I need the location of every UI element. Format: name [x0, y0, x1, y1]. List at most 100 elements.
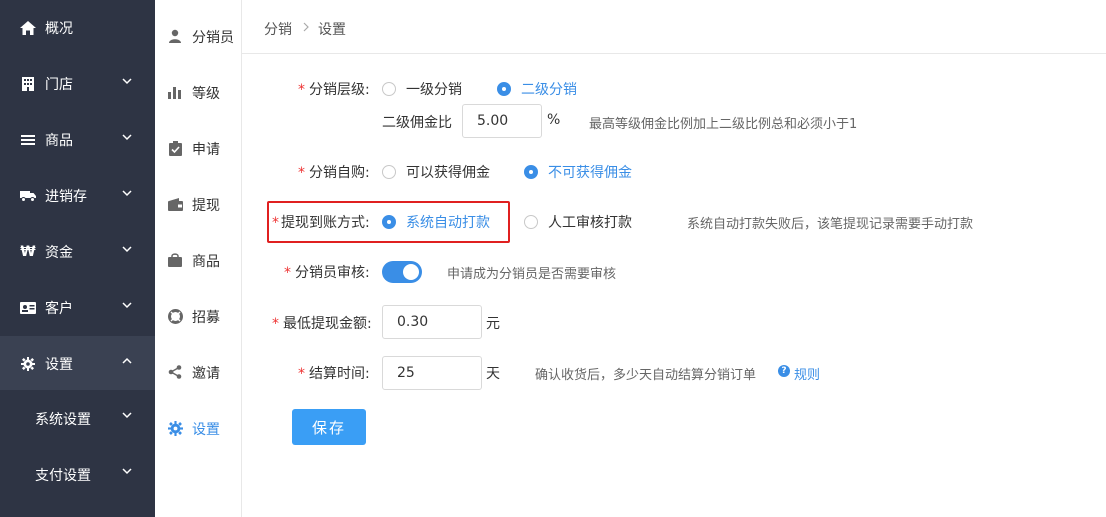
subnav-item-label: 分销员 [192, 30, 234, 46]
lifebuoy-icon [167, 308, 183, 324]
subnav-item-recruit[interactable]: 招募 [155, 288, 241, 344]
subnav-item-goods[interactable]: 商品 [155, 232, 241, 288]
self-purchase-option-allow[interactable]: 可以获得佣金 [382, 162, 490, 182]
self-purchase-option-deny[interactable]: 不可获得佣金 [524, 162, 632, 182]
sidebar-item-funds[interactable]: ₩ 资金 [0, 224, 155, 280]
review-label: * 分销员审核: [284, 265, 370, 281]
sidebar-item-store[interactable]: 门店 [0, 56, 155, 112]
subnav-item-label: 提现 [192, 198, 220, 214]
sidebar-subitem-payment-settings[interactable]: 支付设置 [0, 446, 155, 502]
sidebar-subitem-system-settings[interactable]: 系统设置 [0, 390, 155, 446]
level-option-first[interactable]: 一级分销 [382, 79, 462, 99]
sidebar-subitem-label: 系统设置 [35, 412, 91, 428]
settle-time-input[interactable] [382, 356, 482, 390]
required-mark: * [272, 316, 279, 332]
sidebar-subitem-label: 支付设置 [35, 468, 91, 484]
chevron-down-icon [122, 302, 132, 309]
bar-chart-icon [167, 84, 183, 100]
withdraw-option-auto[interactable]: 系统自动打款 [382, 212, 490, 232]
required-mark: * [272, 215, 279, 231]
sidebar-item-label: 客户 [45, 301, 73, 317]
sidebar-item-overview[interactable]: 概况 [0, 0, 155, 56]
subnav-item-label: 等级 [192, 86, 220, 102]
subnav-item-invite[interactable]: 邀请 [155, 344, 241, 400]
min-withdraw-input[interactable] [382, 305, 482, 339]
question-icon[interactable]: ? [778, 365, 790, 377]
breadcrumb-item-distribution[interactable]: 分销 [264, 19, 292, 39]
subnav-item-label: 招募 [192, 310, 220, 326]
building-icon [20, 76, 36, 92]
subnav-item-label: 申请 [192, 142, 220, 158]
min-withdraw-label: * 最低提现金额: [272, 316, 372, 332]
review-toggle[interactable] [382, 261, 422, 283]
withdraw-hint: 系统自动打款失败后，该笔提现记录需要手动打款 [687, 217, 974, 232]
subnav-item-distributor[interactable]: 分销员 [155, 8, 241, 64]
chevron-down-icon [122, 78, 132, 85]
review-hint: 申请成为分销员是否需要审核 [447, 267, 617, 282]
sidebar-item-customer[interactable]: 客户 [0, 280, 155, 336]
subnav-item-label: 商品 [192, 254, 220, 270]
home-icon [20, 20, 36, 36]
chevron-right-icon [303, 22, 309, 32]
sidebar-item-settings[interactable]: 设置 [0, 336, 155, 392]
clipboard-check-icon [167, 140, 183, 156]
id-card-icon [20, 300, 36, 316]
commission-hint: 最高等级佣金比例加上二级比例总和必须小于1 [589, 117, 858, 132]
radio-dot [382, 215, 396, 229]
sidebar-item-label: 设置 [45, 357, 73, 373]
save-button[interactable]: 保存 [292, 409, 366, 445]
chevron-down-icon [122, 190, 132, 197]
radio-dot [524, 215, 538, 229]
subnav-item-withdraw[interactable]: 提现 [155, 176, 241, 232]
sidebar-item-label: 进销存 [45, 189, 87, 205]
withdraw-method-label: * 提现到账方式: [272, 215, 370, 231]
level-label: * 分销层级: [298, 82, 370, 98]
chevron-down-icon [122, 246, 132, 253]
commission-input[interactable] [462, 104, 542, 138]
settle-time-unit: 天 [486, 366, 500, 382]
subnav-item-label: 设置 [192, 422, 220, 438]
withdraw-option-manual[interactable]: 人工审核打款 [524, 212, 632, 232]
main-sidebar: 概况 门店 商品 进销存 ₩ 资金 客户 设置 系统设置 支付设置 [0, 0, 155, 517]
breadcrumb: 分销 设置 [242, 0, 1106, 54]
chevron-down-icon [122, 468, 132, 475]
sidebar-item-goods[interactable]: 商品 [0, 112, 155, 168]
list-icon [20, 132, 36, 148]
sidebar-item-label: 概况 [45, 21, 73, 37]
subnav-item-settings[interactable]: 设置 [155, 400, 241, 456]
gear-icon [167, 420, 183, 436]
currency-icon: ₩ [20, 244, 36, 260]
self-purchase-label: * 分销自购: [298, 165, 370, 181]
sidebar-item-inventory[interactable]: 进销存 [0, 168, 155, 224]
secondary-sidebar: 分销员 等级 申请 提现 商品 招募 邀请 设置 [155, 0, 242, 517]
required-mark: * [298, 82, 305, 98]
subnav-item-apply[interactable]: 申请 [155, 120, 241, 176]
commission-label: 二级佣金比 [382, 115, 452, 131]
truck-icon [20, 188, 36, 204]
commission-unit: % [547, 112, 561, 128]
toggle-knob [403, 264, 419, 280]
sidebar-item-label: 门店 [45, 77, 73, 93]
user-icon [167, 28, 183, 44]
required-mark: * [284, 265, 291, 281]
radio-dot [497, 82, 511, 96]
shopping-bag-icon [167, 252, 183, 268]
required-mark: * [298, 165, 305, 181]
settle-time-hint: 确认收货后，多少天自动结算分销订单 [535, 368, 757, 383]
chevron-down-icon [122, 134, 132, 141]
level-option-second[interactable]: 二级分销 [497, 79, 577, 99]
radio-dot [382, 165, 396, 179]
wallet-icon [167, 196, 183, 212]
sidebar-item-label: 商品 [45, 133, 73, 149]
subnav-item-label: 邀请 [192, 366, 220, 382]
rule-link[interactable]: 规则 [794, 364, 820, 383]
sidebar-item-label: 资金 [45, 245, 73, 261]
radio-dot [524, 165, 538, 179]
subnav-item-level[interactable]: 等级 [155, 64, 241, 120]
min-withdraw-unit: 元 [486, 316, 500, 332]
chevron-up-icon [122, 357, 132, 364]
radio-dot [382, 82, 396, 96]
chevron-down-icon [122, 412, 132, 419]
settle-time-label: * 结算时间: [298, 366, 370, 382]
required-mark: * [298, 366, 305, 382]
